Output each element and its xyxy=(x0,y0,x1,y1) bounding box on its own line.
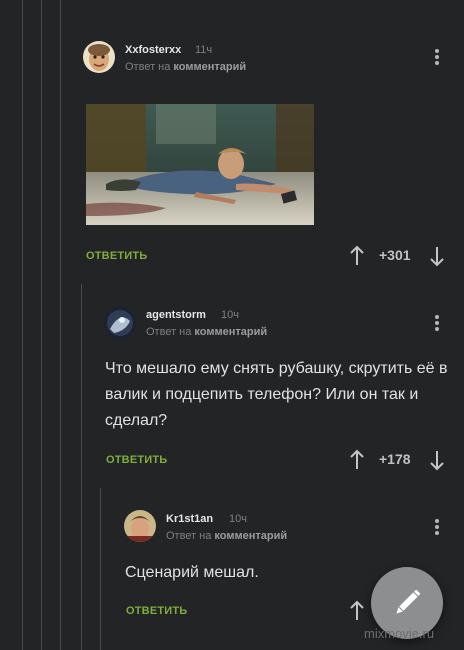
reply-target-link[interactable]: комментарий xyxy=(194,326,267,338)
timestamp: 10ч xyxy=(221,309,239,321)
timestamp: 10ч xyxy=(229,513,247,525)
reply-button[interactable]: ОТВЕТИТЬ xyxy=(126,605,187,617)
reply-to-label[interactable]: Ответ на комментарий xyxy=(125,61,246,73)
downvote-arrow-icon[interactable] xyxy=(428,449,446,471)
reply-prefix: Ответ на xyxy=(146,326,192,338)
reply-prefix: Ответ на xyxy=(166,530,212,542)
reply-prefix: Ответ на xyxy=(125,61,171,73)
avatar[interactable] xyxy=(83,41,115,73)
reply-target-link[interactable]: комментарий xyxy=(173,61,246,73)
avatar[interactable] xyxy=(104,307,136,339)
upvote-arrow-icon[interactable] xyxy=(348,600,366,622)
comment-image[interactable] xyxy=(86,104,314,225)
comment-text: Что мешало ему снять рубашку, скрутить е… xyxy=(105,360,448,429)
thread-line xyxy=(41,0,42,650)
comment-rating: +178 xyxy=(379,451,411,467)
comment-rating: +301 xyxy=(379,247,411,263)
watermark: mixmovie.ru xyxy=(364,626,435,641)
avatar[interactable] xyxy=(124,510,156,542)
downvote-arrow-icon[interactable] xyxy=(428,245,446,267)
reply-button[interactable]: ОТВЕТИТЬ xyxy=(106,454,167,466)
more-options-icon[interactable] xyxy=(428,517,446,539)
upvote-arrow-icon[interactable] xyxy=(348,449,366,471)
thread-line xyxy=(100,488,101,650)
thread-line xyxy=(22,0,23,650)
username[interactable]: Xxfosterxx xyxy=(125,44,181,56)
thread-line xyxy=(60,0,61,650)
more-options-icon[interactable] xyxy=(428,313,446,335)
timestamp: 11ч xyxy=(195,44,213,56)
comment-thread: Xxfosterxx 11ч Ответ на комментарий ОТВЕ… xyxy=(0,0,464,650)
more-options-icon[interactable] xyxy=(428,47,446,69)
username[interactable]: Kr1st1an xyxy=(166,513,213,525)
thread-line xyxy=(81,284,82,650)
reply-to-label[interactable]: Ответ на комментарий xyxy=(166,530,287,542)
username[interactable]: agentstorm xyxy=(146,309,206,321)
reply-to-label[interactable]: Ответ на комментарий xyxy=(146,326,267,338)
comment-text: Сценарий мешал. xyxy=(125,564,259,581)
upvote-arrow-icon[interactable] xyxy=(348,245,366,267)
reply-target-link[interactable]: комментарий xyxy=(214,530,287,542)
reply-button[interactable]: ОТВЕТИТЬ xyxy=(86,250,147,262)
